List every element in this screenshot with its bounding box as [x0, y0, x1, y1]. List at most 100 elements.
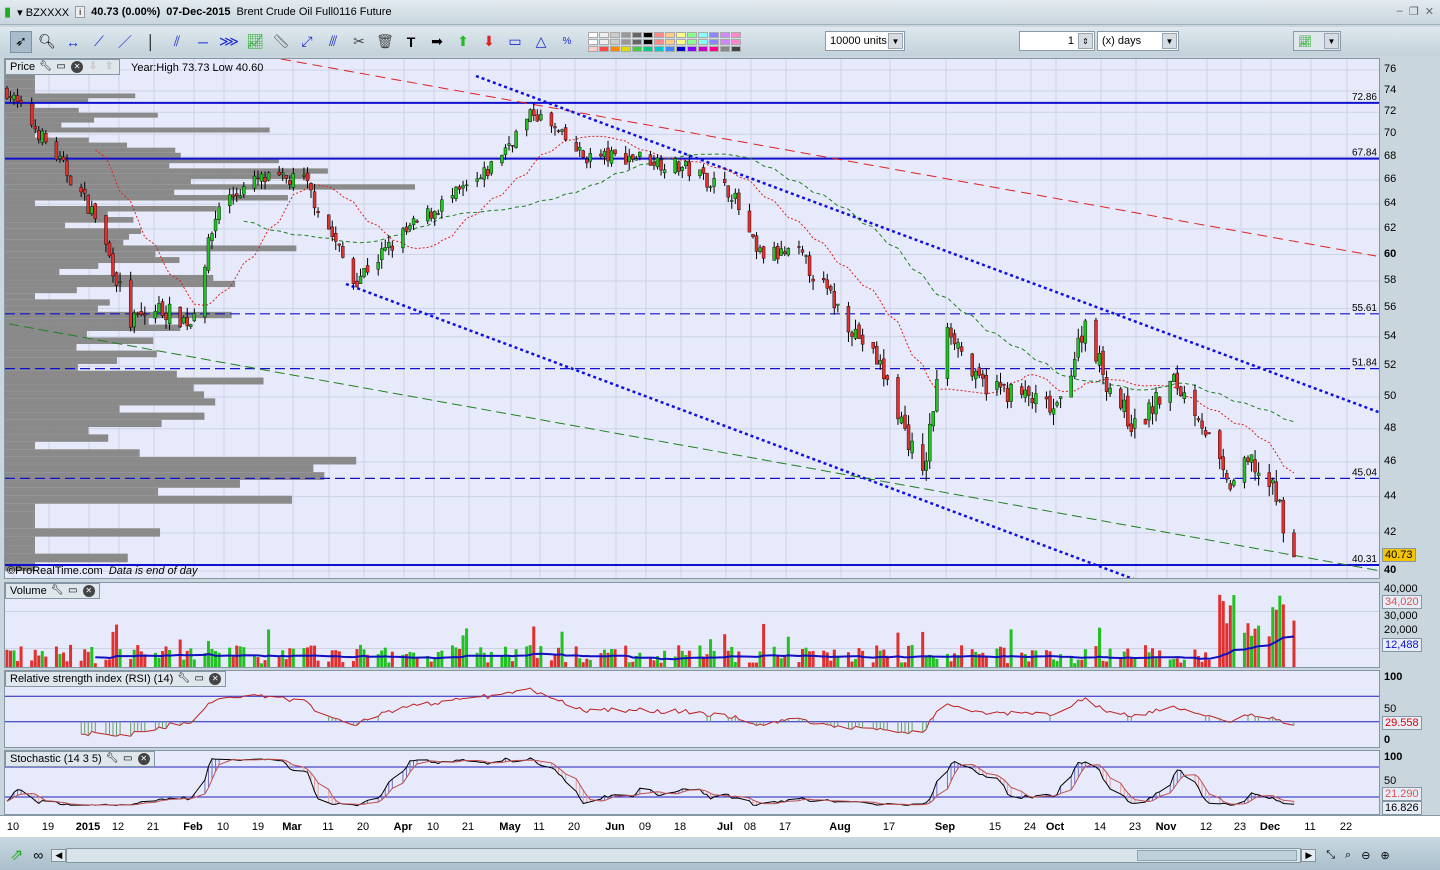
color-swatch[interactable]	[588, 45, 598, 52]
fan-tool[interactable]: ⋙	[218, 31, 240, 53]
color-swatch[interactable]	[687, 38, 697, 45]
trading-system-tool[interactable]: 📈︎	[244, 31, 266, 53]
point-line-tool[interactable]: ⤢	[296, 31, 318, 53]
color-swatch[interactable]	[599, 45, 609, 52]
color-swatch[interactable]	[731, 38, 741, 45]
color-swatch[interactable]	[610, 45, 620, 52]
color-swatch[interactable]	[632, 45, 642, 52]
vertical-line-tool[interactable]: │	[140, 31, 162, 53]
rectangle-tool[interactable]: ▭	[504, 31, 526, 53]
move-up-icon[interactable]: ⇧	[103, 61, 115, 73]
color-swatch[interactable]	[665, 31, 675, 38]
color-swatch[interactable]	[621, 38, 631, 45]
segment-tool[interactable]: ⟋	[88, 31, 110, 53]
color-swatch[interactable]	[720, 31, 730, 38]
fibonacci-tool[interactable]: %	[556, 31, 578, 53]
close-panel-icon[interactable]: ✕	[82, 585, 95, 597]
color-swatch[interactable]	[610, 38, 620, 45]
color-swatch[interactable]	[632, 38, 642, 45]
horizontal-line-tool[interactable]: ↔	[62, 31, 84, 53]
color-swatch[interactable]	[643, 31, 653, 38]
color-swatch[interactable]	[687, 31, 697, 38]
symbol-dropdown[interactable]: ▾ BZXXXX	[17, 6, 69, 19]
window-icon[interactable]: ▭	[55, 61, 67, 73]
scroll-left-button[interactable]: ◀	[51, 848, 67, 862]
zoom-fit-icon[interactable]: ⌕	[1345, 849, 1351, 862]
close-panel-icon[interactable]: ✕	[137, 753, 150, 765]
color-swatch[interactable]	[676, 31, 686, 38]
window-icon[interactable]: ▭	[122, 753, 134, 765]
color-swatch[interactable]	[621, 45, 631, 52]
color-swatch[interactable]	[588, 38, 598, 45]
chart-link-icon[interactable]: ∞	[33, 847, 43, 863]
period-stepper[interactable]: 1 ⇕	[1019, 31, 1095, 51]
price-panel[interactable]: Price 🔧︎ ▭ ✕ ⇩ ⇧ Year:High 73.73 Low 40.60 ©P…	[4, 58, 1380, 579]
color-swatch[interactable]	[654, 31, 664, 38]
parallel-line-tool[interactable]: ⫻	[322, 31, 344, 53]
text-tool[interactable]: T	[400, 31, 422, 53]
fit-icon[interactable]: ⤡	[1326, 849, 1335, 862]
color-swatch[interactable]	[599, 31, 609, 38]
units-select[interactable]: 10000 units ▼	[825, 31, 905, 51]
zoom-in-icon[interactable]: ⊕	[1380, 849, 1389, 862]
scroll-right-button[interactable]: ▶	[1301, 848, 1317, 862]
color-swatch[interactable]	[731, 31, 741, 38]
delete-icon[interactable]: 🗑︎	[374, 31, 396, 53]
color-swatch[interactable]	[709, 31, 719, 38]
zoom-out-icon[interactable]: ⊖	[1361, 849, 1370, 862]
color-swatch[interactable]	[643, 38, 653, 45]
chart-type-button[interactable]: 📈︎ ▼	[1293, 31, 1341, 51]
scrollbar-thumb[interactable]	[1137, 849, 1298, 861]
color-swatch[interactable]	[731, 45, 741, 52]
color-swatch[interactable]	[665, 45, 675, 52]
move-down-icon[interactable]: ⇩	[87, 61, 99, 73]
restore-icon[interactable]: ❐	[1409, 5, 1419, 18]
close-panel-icon[interactable]: ✕	[71, 61, 84, 73]
window-icon[interactable]: ▭	[67, 585, 79, 597]
wrench-icon[interactable]: 🔧︎	[106, 753, 119, 765]
stepper-icon[interactable]: ⇕	[1078, 33, 1093, 49]
horizontal-scrollbar[interactable]	[66, 847, 1302, 863]
wrench-icon[interactable]: 🔧︎	[39, 61, 52, 73]
close-icon[interactable]: ✕	[1425, 5, 1434, 18]
horizontal-ray-tool[interactable]: ─	[192, 31, 214, 53]
color-swatch[interactable]	[720, 45, 730, 52]
color-swatch[interactable]	[610, 31, 620, 38]
ruler-tool[interactable]: 📏︎	[270, 31, 292, 53]
color-swatch[interactable]	[709, 38, 719, 45]
color-swatch[interactable]	[665, 38, 675, 45]
buy-arrow-icon[interactable]: ⬆	[452, 31, 474, 53]
minimize-icon[interactable]: –	[1397, 5, 1403, 18]
window-icon[interactable]: ▭	[193, 673, 205, 685]
color-swatch[interactable]	[654, 45, 664, 52]
color-swatch[interactable]	[709, 45, 719, 52]
triangle-tool[interactable]: △	[530, 31, 552, 53]
color-swatch[interactable]	[698, 45, 708, 52]
line-tool[interactable]: ／	[114, 31, 136, 53]
color-swatch[interactable]	[698, 38, 708, 45]
color-swatch[interactable]	[632, 31, 642, 38]
color-swatch[interactable]	[588, 31, 598, 38]
close-panel-icon[interactable]: ✕	[209, 673, 222, 685]
pointer-tool[interactable]: ➶	[10, 30, 32, 53]
color-swatch[interactable]	[599, 38, 609, 45]
color-swatch[interactable]	[720, 38, 730, 45]
settings-tool[interactable]: ✂	[348, 31, 370, 53]
color-swatch[interactable]	[687, 45, 697, 52]
arrow-right-icon[interactable]: ➡	[426, 31, 448, 53]
color-swatch[interactable]	[643, 45, 653, 52]
sell-arrow-icon[interactable]: ⬇	[478, 31, 500, 53]
color-swatch[interactable]	[676, 38, 686, 45]
color-swatch[interactable]	[654, 38, 664, 45]
color-swatch[interactable]	[621, 31, 631, 38]
zoom-tool[interactable]: 🔍︎	[36, 31, 58, 53]
export-icon[interactable]: ⇗	[10, 845, 23, 865]
wrench-icon[interactable]: 🔧︎	[177, 673, 190, 685]
wrench-icon[interactable]: 🔧︎	[51, 585, 64, 597]
color-swatch[interactable]	[698, 31, 708, 38]
color-palette[interactable]	[588, 31, 741, 52]
color-swatch[interactable]	[676, 45, 686, 52]
period-unit-select[interactable]: (x) days ▼	[1097, 31, 1179, 51]
channel-tool[interactable]: ⫽	[166, 31, 188, 53]
info-icon[interactable]: i	[75, 6, 86, 18]
